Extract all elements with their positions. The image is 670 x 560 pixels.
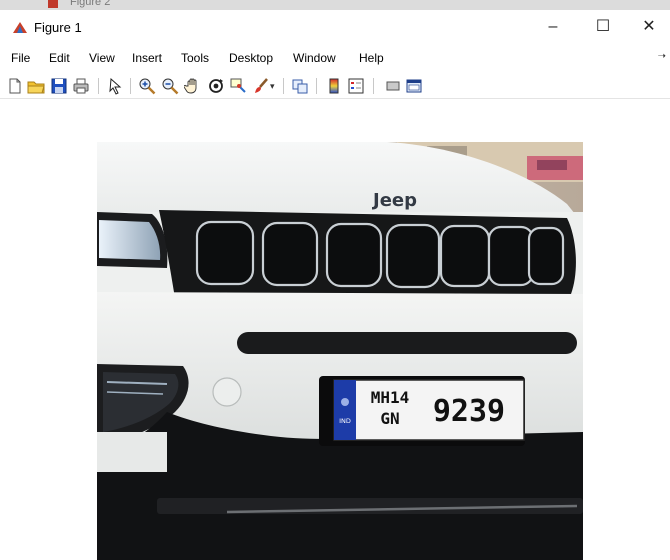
plate-number: 9239 [433, 394, 505, 429]
toolbar-separator [130, 78, 131, 94]
save-icon[interactable] [50, 77, 68, 95]
menu-insert[interactable]: Insert [132, 51, 162, 65]
show-plot-tools-icon[interactable] [405, 77, 423, 95]
matlab-icon [48, 0, 58, 8]
toolbar-separator [283, 78, 284, 94]
menu-desktop[interactable]: Desktop [229, 51, 273, 65]
menu-window[interactable]: Window [293, 51, 336, 65]
toolbar-separator [316, 78, 317, 94]
matlab-icon [13, 22, 27, 33]
zoom-in-icon[interactable] [138, 77, 156, 95]
pan-hand-icon[interactable] [184, 77, 202, 95]
figure-window: Figure 1 – ☐ ✕ File Edit View Insert Too… [0, 10, 670, 560]
figure-canvas: Jeep IND MH14 GN 9239 [0, 99, 670, 560]
new-figure-icon[interactable] [6, 77, 24, 95]
link-plot-icon[interactable] [291, 77, 309, 95]
insert-legend-icon[interactable] [347, 77, 365, 95]
data-cursor-icon[interactable] [229, 77, 247, 95]
license-plate: IND MH14 GN 9239 [319, 376, 525, 446]
minimize-button[interactable]: – [538, 16, 568, 38]
plate-country-code: IND [339, 417, 351, 425]
rotate-3d-icon[interactable] [207, 77, 225, 95]
title-bar: Figure 1 – ☐ ✕ [0, 10, 670, 44]
window-title: Figure 1 [34, 20, 82, 35]
brand-badge: Jeep [371, 190, 417, 211]
menu-overflow-icon[interactable]: ➝ [658, 51, 666, 62]
close-button[interactable]: ✕ [634, 16, 664, 38]
zoom-out-icon[interactable] [161, 77, 179, 95]
print-icon[interactable] [72, 77, 90, 95]
menu-view[interactable]: View [89, 51, 115, 65]
brush-dropdown-icon[interactable]: ▾ [270, 77, 278, 95]
menu-tools[interactable]: Tools [181, 51, 209, 65]
maximize-button[interactable]: ☐ [588, 16, 618, 38]
edit-plot-arrow-icon[interactable] [106, 77, 124, 95]
menu-file[interactable]: File [11, 51, 30, 65]
menu-edit[interactable]: Edit [49, 51, 70, 65]
insert-colorbar-icon[interactable] [325, 77, 343, 95]
brush-icon[interactable] [252, 77, 270, 95]
tow-hook-cover [212, 377, 242, 407]
menu-bar: File Edit View Insert Tools Desktop Wind… [0, 48, 670, 70]
car-photo: Jeep IND MH14 GN 9239 [97, 142, 583, 560]
figure-toolbar: ▾ [0, 74, 670, 99]
toolbar-separator [373, 78, 374, 94]
plate-country-strip [334, 380, 356, 440]
menu-help[interactable]: Help [359, 51, 384, 65]
toolbar-separator [98, 78, 99, 94]
plate-line-1: MH14 [371, 388, 410, 407]
background-window-title: Figure 2 [70, 0, 111, 8]
upper-intake [237, 332, 577, 354]
hide-plot-tools-icon[interactable] [384, 77, 402, 95]
plate-line-2: GN [380, 409, 399, 428]
open-file-icon[interactable] [27, 77, 45, 95]
